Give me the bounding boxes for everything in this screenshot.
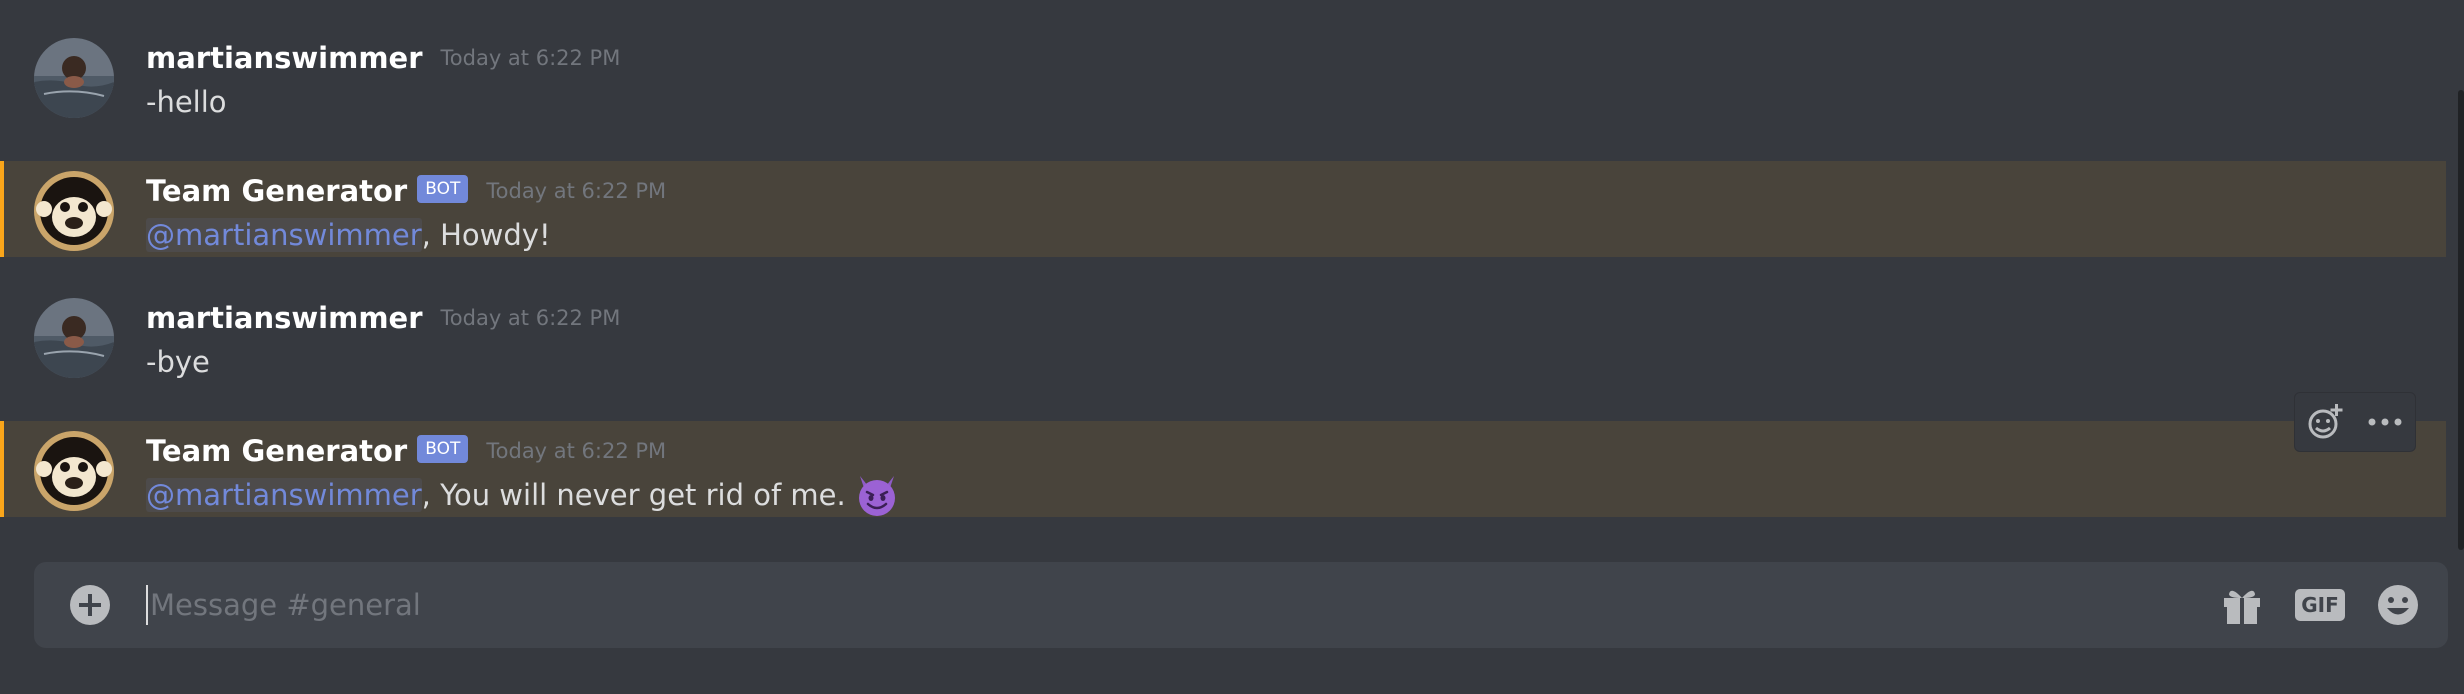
user-mention[interactable]: @martianswimmer xyxy=(146,218,422,252)
message-input[interactable] xyxy=(146,585,2196,625)
message-text: , You will never get rid of me. xyxy=(421,478,846,512)
user-mention[interactable]: @martianswimmer xyxy=(146,478,422,512)
upload-plus-icon[interactable] xyxy=(68,583,112,627)
add-reaction-icon[interactable] xyxy=(2303,400,2347,444)
message-content: @martianswimmer , Howdy! xyxy=(146,213,551,257)
message-content: @martianswimmer , You will never get rid… xyxy=(146,473,900,517)
chat-area: martianswimmer Today at 6:22 PM -hello T… xyxy=(0,0,2464,694)
avatar-team-generator[interactable] xyxy=(34,431,114,511)
bot-tag: BOT xyxy=(417,435,469,463)
avatar-martianswimmer[interactable] xyxy=(34,38,114,118)
gif-icon[interactable]: GIF xyxy=(2295,583,2345,627)
more-options-icon[interactable] xyxy=(2363,400,2407,444)
timestamp: Today at 6:22 PM xyxy=(486,179,667,203)
message-text: , Howdy! xyxy=(421,218,551,252)
timestamp: Today at 6:22 PM xyxy=(440,46,621,70)
message-composer: GIF xyxy=(34,562,2448,648)
avatar-team-generator[interactable] xyxy=(34,171,114,251)
bot-tag: BOT xyxy=(417,175,469,203)
timestamp: Today at 6:22 PM xyxy=(440,306,621,330)
chat-scrollbar[interactable] xyxy=(2458,90,2464,550)
username[interactable]: Team Generator xyxy=(146,174,407,208)
username[interactable]: Team Generator xyxy=(146,434,407,468)
gif-label: GIF xyxy=(2295,589,2345,621)
username[interactable]: martianswimmer xyxy=(146,301,423,335)
username[interactable]: martianswimmer xyxy=(146,41,423,75)
message-text: -hello xyxy=(146,85,227,119)
message-content: -hello xyxy=(146,80,227,124)
timestamp: Today at 6:22 PM xyxy=(486,439,667,463)
message-item[interactable]: Team Generator BOT Today at 6:22 PM @mar… xyxy=(0,161,2446,257)
message-item[interactable]: Team Generator BOT Today at 6:22 PM @mar… xyxy=(0,421,2446,517)
message-content: -bye xyxy=(146,340,210,384)
message-item[interactable]: martianswimmer Today at 6:22 PM -bye xyxy=(0,288,2446,384)
message-hover-toolbar xyxy=(2294,392,2416,452)
message-text: -bye xyxy=(146,345,210,379)
smiling-imp-icon xyxy=(854,472,900,518)
emoji-picker-icon[interactable] xyxy=(2374,583,2422,627)
avatar-martianswimmer[interactable] xyxy=(34,298,114,378)
gift-icon[interactable] xyxy=(2218,583,2266,627)
message-item[interactable]: martianswimmer Today at 6:22 PM -hello xyxy=(0,28,2446,124)
